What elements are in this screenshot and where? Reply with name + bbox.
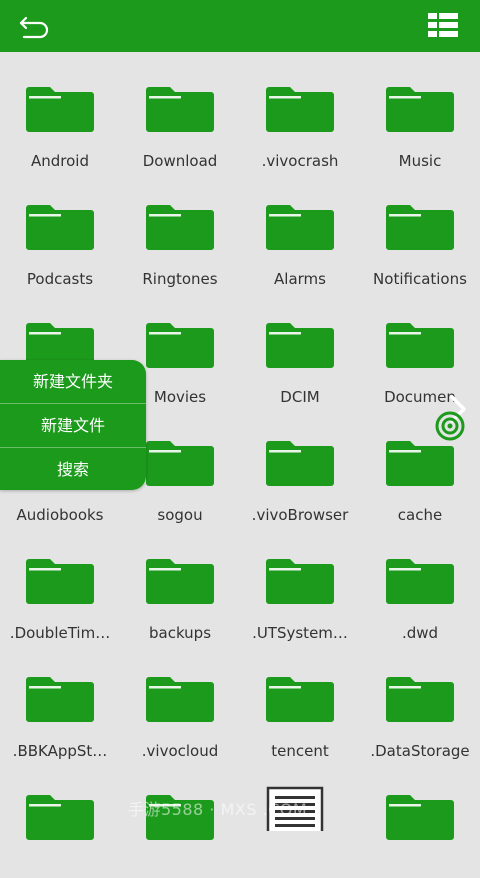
- folder-item[interactable]: [0, 760, 120, 878]
- folder-item[interactable]: Notifications: [360, 170, 480, 288]
- folder-item[interactable]: DCIM: [240, 288, 360, 406]
- back-arrow-icon[interactable]: [18, 12, 52, 40]
- folder-item[interactable]: Podcasts: [0, 170, 120, 288]
- folder-item[interactable]: tencent: [240, 642, 360, 760]
- folder-icon: [386, 438, 454, 486]
- folder-label: .BBKAppSt…: [12, 742, 108, 760]
- folder-item[interactable]: Ringtones: [120, 170, 240, 288]
- folder-label: DCIM: [280, 388, 320, 406]
- folder-item[interactable]: .dwd: [360, 524, 480, 642]
- swirl-icon[interactable]: [434, 410, 466, 442]
- folder-label: Ringtones: [142, 270, 218, 288]
- folder-icon: [386, 84, 454, 132]
- folder-icon: [26, 556, 94, 604]
- top-app-bar: [0, 0, 480, 52]
- folder-item[interactable]: Alarms: [240, 170, 360, 288]
- folder-icon: [266, 556, 334, 604]
- folder-label: .dwd: [401, 624, 439, 642]
- folder-item[interactable]: .UTSystem…: [240, 524, 360, 642]
- folder-label: Audiobooks: [16, 506, 104, 524]
- folder-icon: [146, 556, 214, 604]
- folder-icon: [146, 84, 214, 132]
- folder-icon: [26, 84, 94, 132]
- folder-icon: [386, 320, 454, 368]
- folder-label: .vivocloud: [141, 742, 219, 760]
- search-menu-item[interactable]: 搜索: [0, 448, 146, 491]
- folder-label: tencent: [271, 742, 329, 760]
- folder-label: Music: [398, 152, 442, 170]
- folder-item[interactable]: backups: [120, 524, 240, 642]
- folder-item[interactable]: [360, 760, 480, 878]
- folder-icon: [386, 792, 454, 840]
- folder-label: cache: [397, 506, 443, 524]
- watermark-text: 手游5588 · MXS .COM: [128, 800, 308, 819]
- folder-label: .DoubleTim…: [9, 624, 111, 642]
- folder-label: .vivocrash: [261, 152, 339, 170]
- folder-item[interactable]: .vivoBrowser: [240, 406, 360, 524]
- folder-label: Download: [142, 152, 218, 170]
- folder-icon: [386, 556, 454, 604]
- folder-icon: [146, 438, 214, 486]
- context-menu: 新建文件夹 新建文件 搜索: [0, 360, 146, 490]
- folder-label: Notifications: [373, 270, 467, 288]
- folder-icon: [26, 202, 94, 250]
- folder-icon: [266, 438, 334, 486]
- folder-icon: [266, 84, 334, 132]
- folder-label: sogou: [157, 506, 203, 524]
- folder-item[interactable]: Download: [120, 52, 240, 170]
- folder-label: Podcasts: [26, 270, 94, 288]
- folder-icon: [26, 792, 94, 840]
- folder-icon: [386, 202, 454, 250]
- folder-label: .vivoBrowser: [251, 506, 349, 524]
- folder-icon: [146, 320, 214, 368]
- folder-icon: [266, 674, 334, 722]
- folder-icon: [266, 202, 334, 250]
- folder-item[interactable]: .DataStorage: [360, 642, 480, 760]
- folder-label: .UTSystem…: [252, 624, 348, 642]
- new-file-menu-item[interactable]: 新建文件: [0, 404, 146, 448]
- folder-item[interactable]: Music: [360, 52, 480, 170]
- grid-view-icon[interactable]: [428, 13, 458, 37]
- folder-item[interactable]: Documen: [360, 288, 480, 406]
- folder-item[interactable]: .vivocloud: [120, 642, 240, 760]
- folder-icon: [386, 674, 454, 722]
- folder-label: Android: [31, 152, 89, 170]
- folder-label: .DataStorage: [370, 742, 470, 760]
- folder-item[interactable]: Android: [0, 52, 120, 170]
- folder-icon: [266, 320, 334, 368]
- folder-icon: [146, 202, 214, 250]
- new-folder-menu-item[interactable]: 新建文件夹: [0, 360, 146, 404]
- folder-icon: [146, 674, 214, 722]
- folder-item[interactable]: .BBKAppSt…: [0, 642, 120, 760]
- folder-label: Alarms: [274, 270, 326, 288]
- folder-item[interactable]: .DoubleTim…: [0, 524, 120, 642]
- folder-label: backups: [148, 624, 212, 642]
- folder-item[interactable]: .vivocrash: [240, 52, 360, 170]
- folder-icon: [26, 674, 94, 722]
